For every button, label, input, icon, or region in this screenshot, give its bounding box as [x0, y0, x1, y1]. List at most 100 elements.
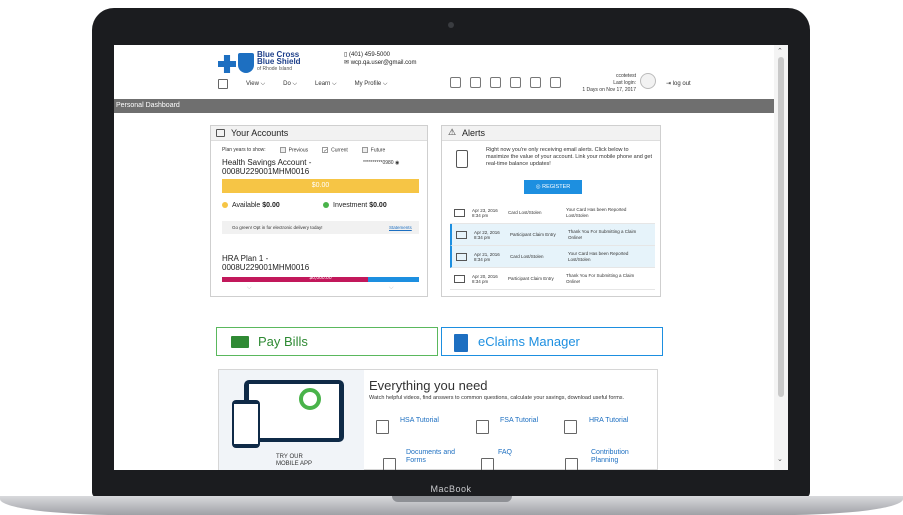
fsa-tutorial-link[interactable]: FSA Tutorial	[500, 417, 538, 424]
contact-info: ▯ (401) 459-5000 ✉ wcp.qa.user@gmail.com	[344, 51, 416, 67]
mobile-phone-icon	[456, 150, 468, 168]
alerts-header: ⚠ Alerts	[442, 126, 660, 141]
hsa-account-title[interactable]: Health Savings Account - 0008U229001MHM0…	[222, 158, 311, 176]
try-mobile-app[interactable]: TRY OUR MOBILE APP	[276, 454, 312, 468]
alert-row[interactable]: Apr 23, 2016 8:34 pm Card Lost/Stolen You…	[450, 202, 655, 224]
nav-learn[interactable]: Learn ⌵	[315, 81, 337, 88]
chat-icon[interactable]	[470, 77, 481, 88]
main-nav: View ⌵ Do ⌵ Learn ⌵ My Profile ⌵	[218, 79, 387, 89]
accounts-panel: Your Accounts Plan years to show: Previo…	[210, 125, 428, 297]
bcbs-shield-logo	[238, 53, 254, 73]
camera	[448, 22, 454, 28]
accounts-title: Your Accounts	[231, 128, 289, 138]
alert-row[interactable]: Apr 22, 2016 8:34 pm Participant Claim En…	[450, 224, 655, 246]
header-icon-bar	[450, 77, 561, 88]
video-play-icon[interactable]	[476, 420, 489, 434]
bcbs-cross-logo	[218, 55, 236, 73]
scrollbar-thumb[interactable]	[778, 57, 784, 397]
eclaims-manager-button[interactable]: eClaims Manager	[441, 327, 663, 356]
warning-icon: ⚠	[448, 127, 457, 137]
calculator-icon[interactable]	[565, 458, 578, 470]
username: ccotetest	[615, 73, 636, 79]
resources-panel: TRY OUR MOBILE APP Everything you need W…	[218, 369, 658, 470]
nav-my-profile[interactable]: My Profile ⌵	[355, 81, 388, 88]
hra-account-title[interactable]: HRA Plan 1 - 0008U229001MHM0016	[222, 254, 309, 272]
brand-name-2: Blue Shield	[257, 57, 301, 66]
phone-image	[232, 400, 260, 448]
browser-screen: Blue Cross Blue Shield of Rhode Island ▯…	[114, 45, 788, 470]
alert-row[interactable]: Apr 20, 2016 8:34 pm Participant Claim En…	[450, 268, 655, 290]
donut-chart-image	[299, 388, 321, 410]
alerts-panel: ⚠ Alerts Right now you're only receiving…	[441, 125, 661, 297]
hra-balance: $0,000.00	[309, 275, 332, 281]
available-balance: Available $0.00	[222, 202, 280, 209]
plan-current-checkbox[interactable]: ✓ Current	[322, 147, 348, 154]
faq-icon[interactable]	[481, 458, 494, 470]
investment-balance: Investment $0.00	[323, 202, 387, 209]
cart-icon[interactable]	[450, 77, 461, 88]
hra-tutorial-link[interactable]: HRA Tutorial	[589, 417, 628, 424]
alert-message: Right now you're only receiving email al…	[486, 147, 653, 167]
resources-subtitle: Watch helpful videos, find answers to co…	[369, 395, 625, 401]
email-address[interactable]: wcp.qa.user@gmail.com	[351, 60, 417, 66]
plan-years-label: Plan years to show:	[222, 147, 266, 153]
mobile-app-promo-image[interactable]: TRY OUR MOBILE APP	[219, 370, 364, 470]
last-login-label: Last login:	[613, 80, 636, 86]
settings-gear-icon[interactable]	[550, 77, 561, 88]
eye-icon[interactable]: ◉	[395, 160, 399, 166]
envelope-icon	[456, 252, 467, 261]
home-icon[interactable]	[218, 79, 228, 89]
plan-future-checkbox[interactable]: Future	[361, 147, 385, 153]
money-bill-icon	[231, 336, 249, 348]
user-info: ccotetest Last login: 1 Days on Nov 17, …	[574, 73, 636, 94]
nav-view[interactable]: View ⌵	[246, 81, 265, 88]
claims-document-icon	[454, 334, 468, 352]
brand-region: of Rhode Island	[257, 66, 293, 72]
email-icon: ✉	[344, 60, 350, 66]
mail-icon[interactable]	[530, 77, 541, 88]
laptop-notch	[392, 496, 512, 502]
accounts-header: Your Accounts	[211, 126, 427, 141]
logout-button[interactable]: ⇥ log out	[666, 80, 691, 87]
alerts-title: Alerts	[462, 128, 486, 138]
envelope-open-icon	[454, 274, 465, 283]
check-icon: ◎	[535, 184, 541, 190]
masked-account-number: **********0980 ◉	[363, 160, 400, 166]
plan-previous-checkbox[interactable]: Previous	[279, 147, 308, 153]
register-button[interactable]: ◎ REGISTER	[524, 180, 582, 194]
chevron-down-icon[interactable]: ⌵	[389, 285, 394, 292]
scroll-down-icon[interactable]: ⌄	[777, 455, 783, 463]
page-title-bar: Personal Dashboard	[114, 99, 774, 113]
laptop-frame: Blue Cross Blue Shield of Rhode Island ▯…	[92, 8, 810, 498]
contribution-planning-link[interactable]: Contribution Planning	[591, 449, 641, 465]
phone-icon: ▯	[344, 52, 348, 58]
card-icon[interactable]	[490, 77, 501, 88]
briefcase-icon	[216, 129, 225, 137]
scroll-up-icon[interactable]: ⌃	[777, 47, 783, 55]
nav-do[interactable]: Do ⌵	[283, 81, 297, 88]
notification-icon[interactable]	[510, 77, 521, 88]
phone-number[interactable]: (401) 459-5000	[349, 52, 390, 58]
investment-dot-icon	[323, 202, 329, 209]
available-dot-icon	[222, 202, 228, 209]
documents-icon[interactable]	[383, 458, 396, 470]
envelope-icon	[456, 230, 467, 239]
video-play-icon[interactable]	[376, 420, 389, 434]
documents-forms-link[interactable]: Documents and Forms	[406, 449, 462, 465]
avatar[interactable]	[640, 73, 656, 89]
hsa-tutorial-link[interactable]: HSA Tutorial	[400, 417, 439, 424]
chevron-down-icon[interactable]: ⌵	[247, 285, 252, 292]
alert-row[interactable]: Apr 21, 2016 8:34 pm Card Lost/Stolen You…	[450, 246, 655, 268]
video-play-icon[interactable]	[564, 420, 577, 434]
faq-link[interactable]: FAQ	[498, 449, 512, 456]
statements-link[interactable]: Statements	[389, 225, 412, 230]
envelope-icon	[454, 208, 465, 217]
site-header: Blue Cross Blue Shield of Rhode Island ▯…	[114, 45, 774, 99]
last-login-value: 1 Days on Nov 17, 2017	[582, 87, 636, 93]
pay-bills-button[interactable]: Pay Bills	[216, 327, 438, 356]
resources-title: Everything you need	[369, 378, 488, 393]
hsa-balance-bar: $0.00	[222, 179, 419, 193]
device-label: MacBook	[430, 484, 472, 494]
page-scrollbar[interactable]: ⌃ ⌄	[774, 45, 788, 470]
plan-year-filter: Plan years to show: Previous ✓ Current Fu…	[222, 147, 422, 154]
